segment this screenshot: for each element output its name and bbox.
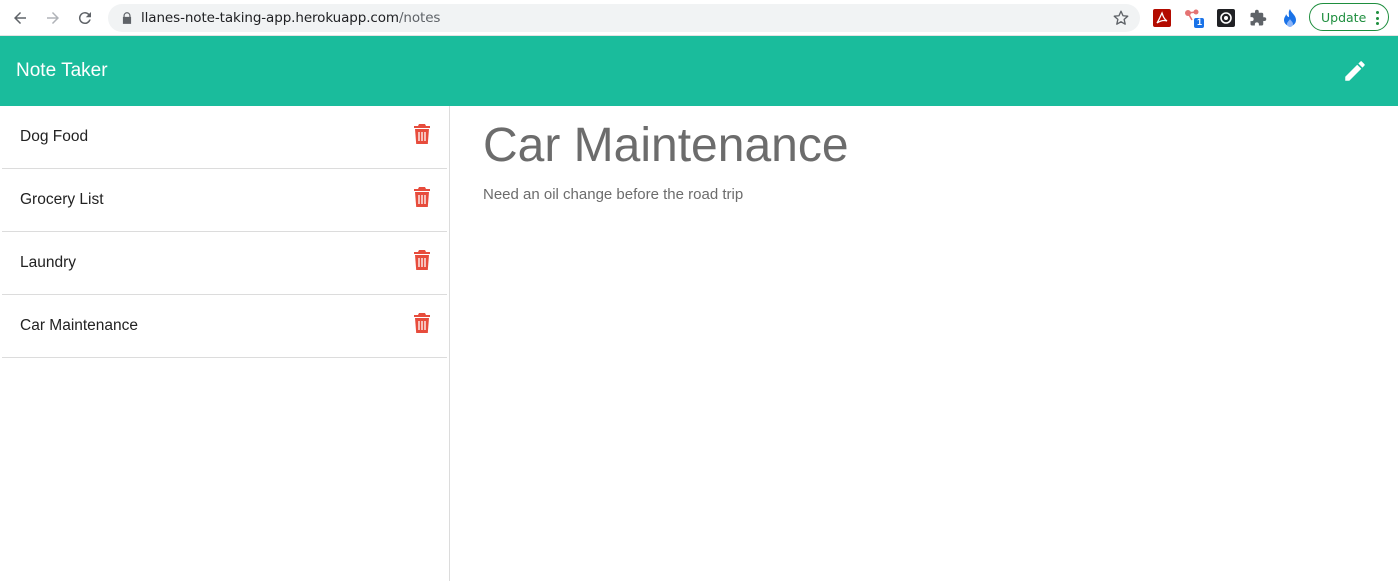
update-button[interactable]: Update [1309,3,1389,31]
list-item[interactable]: Laundry [2,232,447,295]
lock-icon [122,12,132,24]
trash-icon[interactable] [413,249,431,271]
address-bar[interactable]: llanes-note-taking-app.herokuapp.com/not… [108,4,1140,32]
trash-icon[interactable] [413,123,431,145]
trash-icon[interactable] [413,312,431,334]
note-list: Dog Food Grocery List Laundry Car Mainte… [0,106,450,581]
note-list-title: Grocery List [20,191,104,208]
pencil-icon [1345,61,1365,81]
url-host: llanes-note-taking-app.herokuapp.com [141,10,399,26]
flame-extension-icon[interactable] [1279,7,1301,29]
note-editor: Car Maintenance Need an oil change befor… [451,106,1398,581]
trash-icon[interactable] [413,186,431,208]
puzzle-icon [1250,9,1267,26]
extensions-button[interactable] [1247,7,1269,29]
arrow-right-icon [47,12,59,24]
list-item[interactable]: Car Maintenance [2,295,447,358]
new-note-button[interactable] [1340,56,1370,86]
screen-capture-extension-icon[interactable] [1215,7,1237,29]
url-text: llanes-note-taking-app.herokuapp.com/not… [141,10,440,26]
reload-icon [78,12,91,25]
flame-icon [1284,9,1296,27]
acrobat-icon [1153,9,1171,27]
network-extension-icon[interactable]: 1 [1183,7,1205,29]
note-list-title: Laundry [20,254,77,271]
update-label: Update [1321,9,1367,25]
camera-icon [1217,9,1235,27]
forward-button[interactable] [41,6,65,30]
app-brand[interactable]: Note Taker [16,60,108,82]
browser-toolbar: llanes-note-taking-app.herokuapp.com/not… [0,0,1398,36]
list-item[interactable]: Dog Food [2,106,447,169]
bookmark-star-icon[interactable] [1112,9,1130,27]
note-list-title: Dog Food [20,128,89,145]
arrow-left-icon [14,12,26,24]
back-button[interactable] [8,6,32,30]
pdf-extension-icon[interactable] [1151,7,1173,29]
reload-button[interactable] [73,6,97,30]
note-title-input[interactable]: Car Maintenance [483,118,849,173]
note-text-area[interactable]: Need an oil change before the road trip [483,186,743,203]
list-item[interactable]: Grocery List [2,169,447,232]
note-list-title: Car Maintenance [20,317,139,334]
url-path: /notes [398,10,441,26]
kebab-menu-icon[interactable] [1376,11,1380,25]
app-navbar: Note Taker [0,36,1398,106]
extension-badge: 1 [1197,17,1203,27]
